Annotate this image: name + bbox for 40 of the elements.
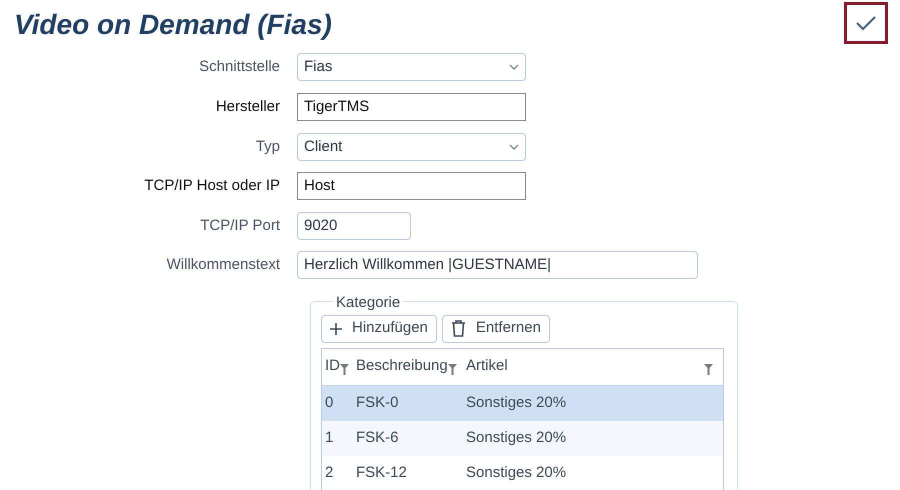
dropdown[interactable]: Client: [297, 133, 526, 161]
text-field[interactable]: Host: [297, 172, 526, 200]
column-header[interactable]: ID: [325, 355, 340, 378]
filter-icon: [340, 364, 349, 376]
field-label: Schnittstelle: [198, 56, 281, 77]
confirm-button[interactable]: [844, 2, 888, 44]
chevron-down-icon: [509, 144, 519, 150]
remove-button[interactable]: Entfernen: [442, 314, 550, 342]
checkmark-icon: [856, 16, 876, 30]
table-cell-text: FSK-12: [356, 462, 408, 483]
input-field[interactable]: 9020: [297, 212, 411, 240]
field-label: Willkommenstext: [166, 254, 281, 275]
chevron-down-icon: [509, 64, 519, 70]
field-label: TCP/IP Host oder IP: [143, 176, 281, 196]
table-cell-text: Sonstiges 20%: [466, 462, 568, 483]
field-label: TCP/IP Port: [199, 216, 281, 236]
filter-icon: [704, 364, 713, 376]
table-row[interactable]: 2 FSK-12 Sonstiges 20%: [322, 456, 723, 490]
column-header[interactable]: Artikel: [466, 355, 508, 378]
field-label: Typ: [254, 136, 281, 157]
dropdown[interactable]: Fias: [297, 53, 526, 81]
table-cell-text: 0: [324, 392, 334, 413]
input-field[interactable]: Herzlich Willkommen |GUESTNAME|: [297, 251, 698, 279]
column-header[interactable]: Beschreibung: [356, 355, 448, 378]
page-title: Video on Demand (Fias): [14, 11, 332, 39]
field-label: Hersteller: [214, 96, 281, 117]
plus-icon: [330, 322, 342, 334]
add-button[interactable]: Hinzufügen: [321, 314, 437, 342]
table-cell-text: 2: [324, 462, 334, 483]
table-cell-text: Sonstiges 20%: [466, 428, 568, 448]
filter-icon: [448, 364, 457, 376]
group-legend: Kategorie: [333, 294, 404, 312]
trash-icon: [450, 320, 466, 337]
table-row[interactable]: 0 FSK-0 Sonstiges 20%: [322, 386, 723, 420]
table-cell-text: FSK-6: [356, 428, 400, 448]
text-field[interactable]: TigerTMS: [297, 93, 526, 121]
table-cell-text: Sonstiges 20%: [466, 392, 568, 413]
table-cell-text: 1: [324, 428, 334, 448]
table-cell-text: FSK-0: [356, 392, 400, 413]
table-row[interactable]: 1 FSK-6 Sonstiges 20%: [322, 420, 723, 456]
